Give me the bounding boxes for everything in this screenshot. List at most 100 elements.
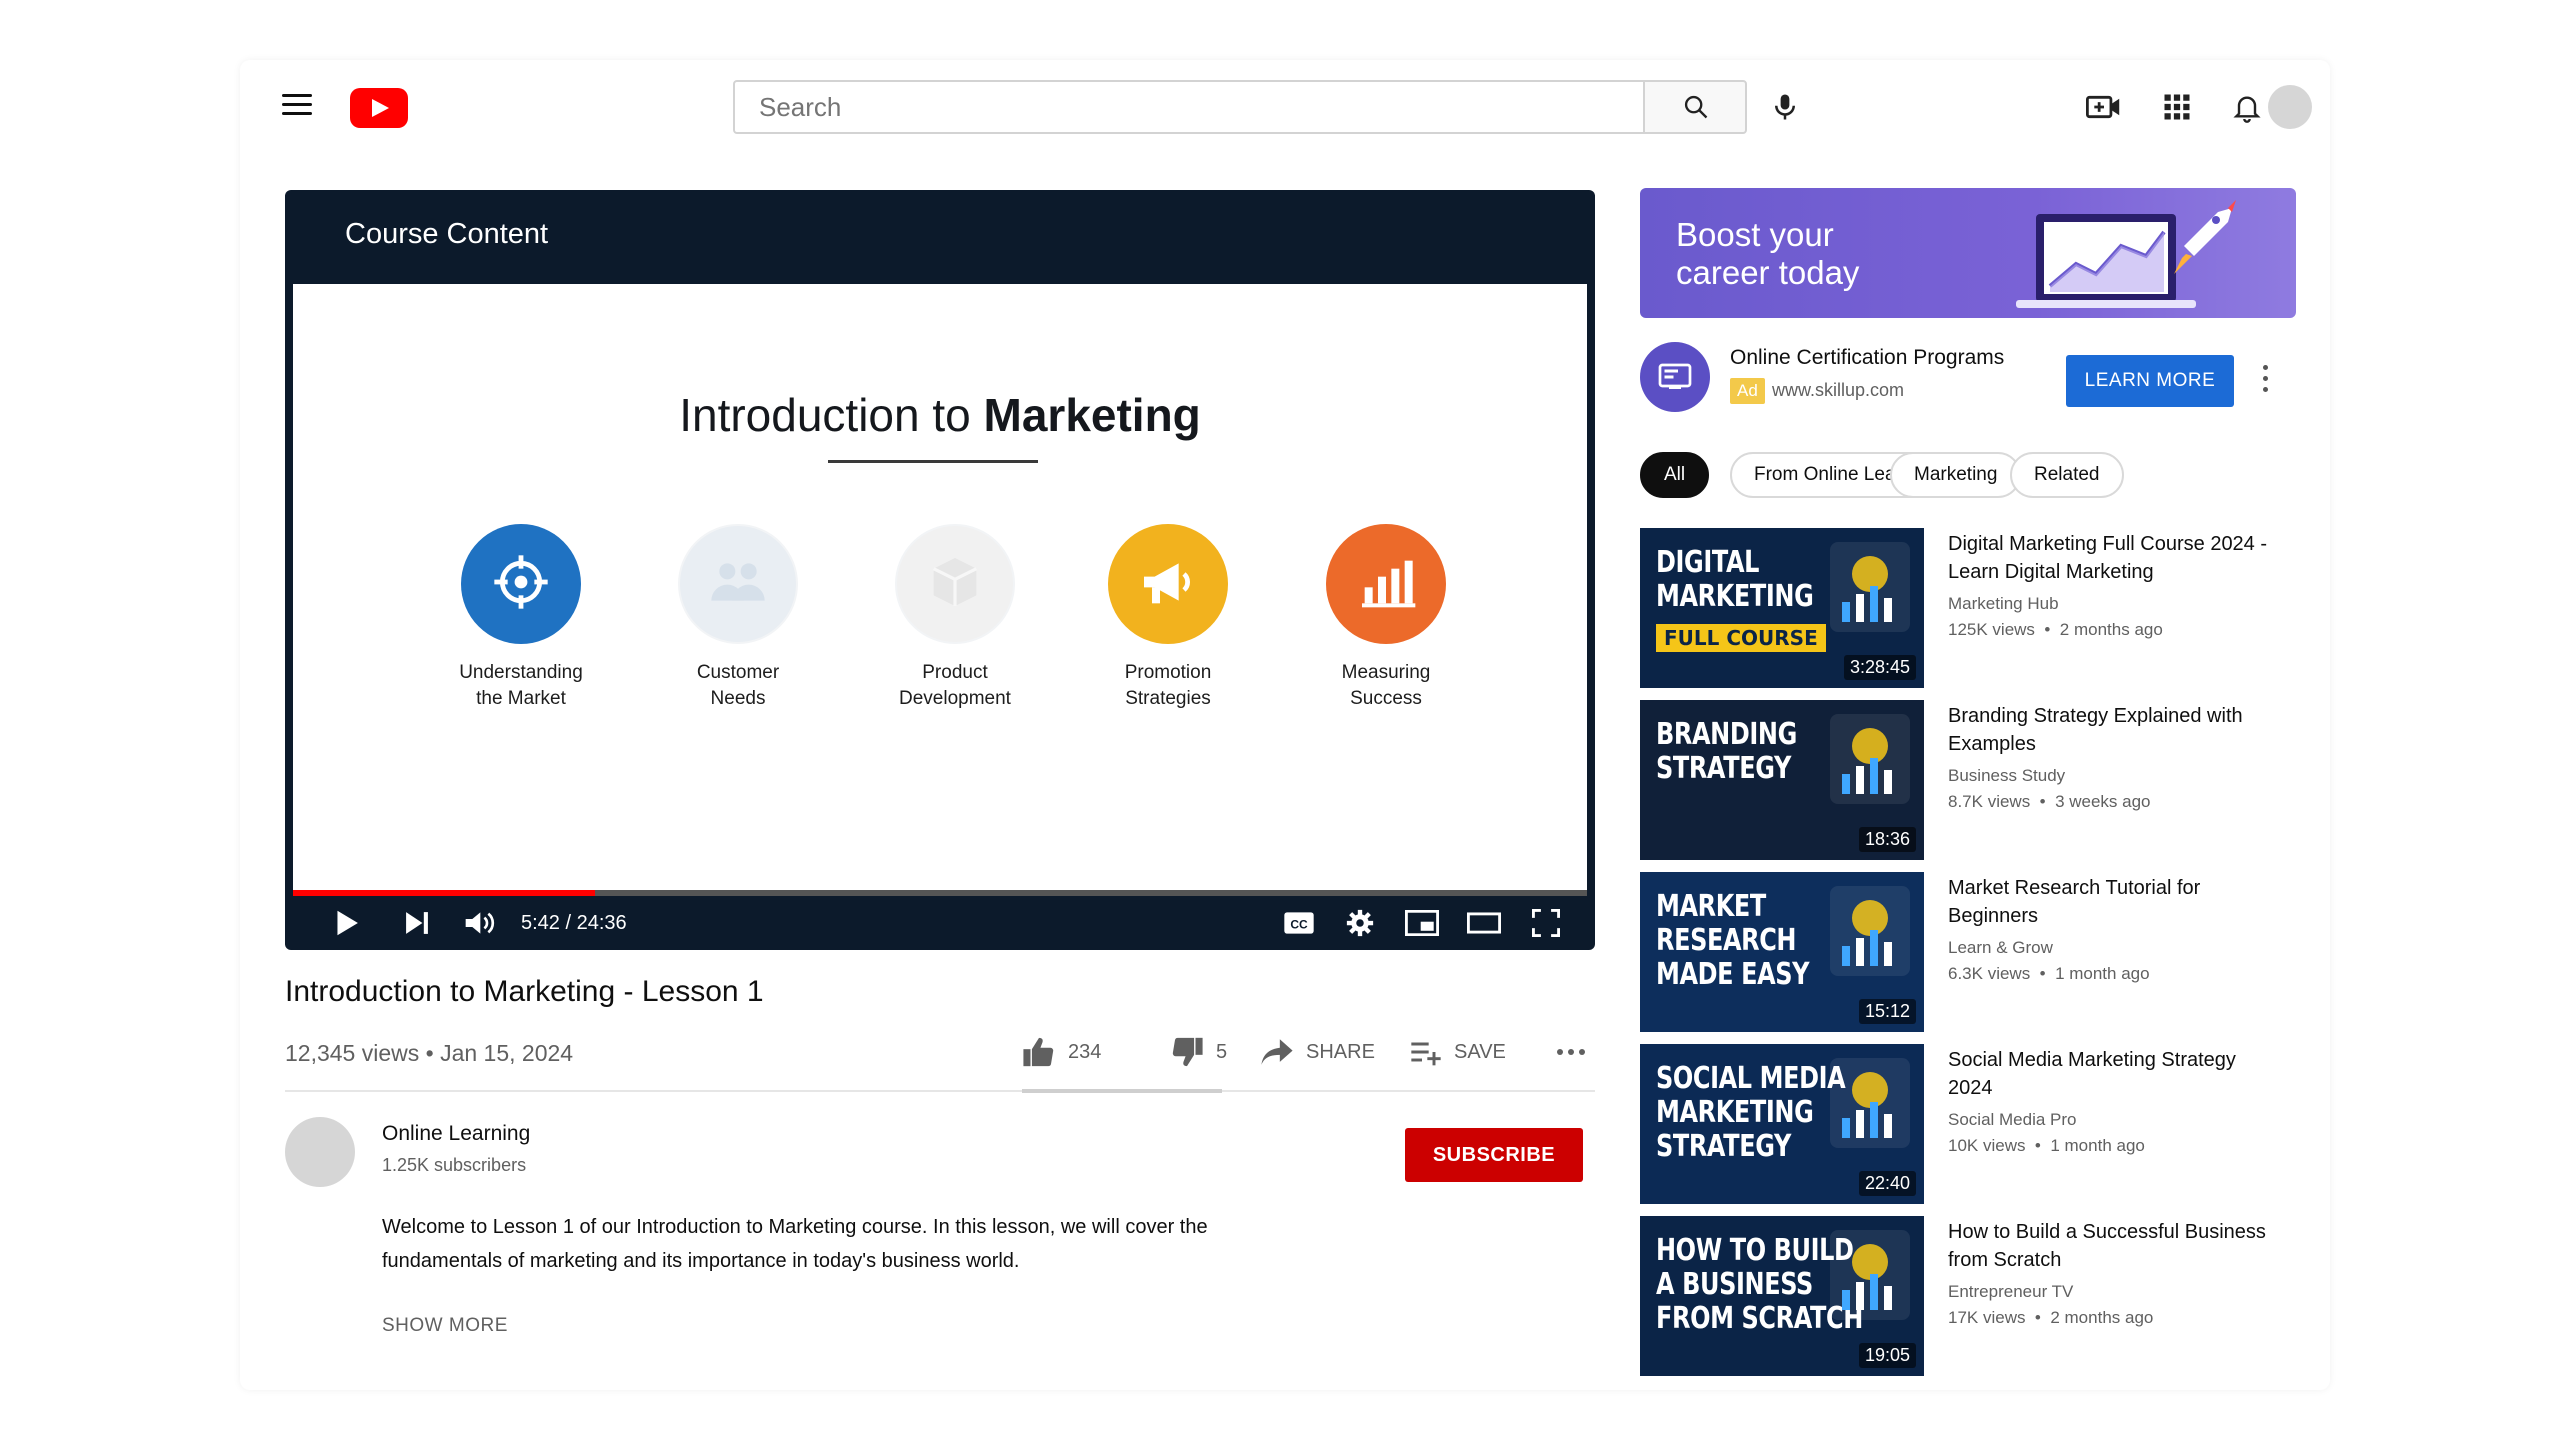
filter-chip[interactable]: All [1640, 452, 1710, 498]
user-avatar[interactable] [2268, 85, 2312, 129]
recommendation-title[interactable]: Market Research Tutorial for Beginners [1948, 874, 2278, 930]
video-player[interactable]: Course Content Introduction to Marketing… [285, 190, 1595, 950]
video-description: Welcome to Lesson 1 of our Introduction … [382, 1216, 1208, 1272]
dislike-button[interactable]: 5 [1170, 1030, 1227, 1074]
thumbnail-graphic [1830, 1230, 1910, 1320]
create-video-icon[interactable] [2086, 91, 2122, 123]
recommendation-item[interactable]: DIGITAL MARKETING FULL COURSE 3:28:45 Digit… [1640, 528, 2300, 688]
learn-more-button[interactable]: LEARN MORE [2066, 355, 2234, 407]
recommendation-meta: 6.3K views • 1 month ago [1948, 964, 2150, 984]
save-button[interactable]: SAVE [1410, 1030, 1506, 1074]
share-button[interactable]: SHARE [1260, 1030, 1375, 1074]
app-window: Course Content Introduction to Marketing… [240, 60, 2330, 1390]
recommendation-title[interactable]: How to Build a Successful Business from … [1948, 1218, 2278, 1274]
target-icon [489, 550, 553, 619]
view-count: 6.3K views [1948, 964, 2031, 983]
video-title: Introduction to Marketing - Lesson 1 [285, 975, 764, 1008]
topic-label: Promotion Strategies [1124, 662, 1212, 709]
recommendation-channel[interactable]: Marketing Hub [1948, 594, 2059, 614]
video-thumbnail[interactable]: DIGITAL MARKETING FULL COURSE 3:28:45 [1640, 528, 1924, 688]
like-button[interactable]: 234 [1022, 1030, 1101, 1074]
recommendation-channel[interactable]: Business Study [1948, 766, 2065, 786]
course-content-header: Course Content [345, 218, 549, 250]
filter-chip[interactable]: Related [2010, 452, 2124, 498]
thumbnail-graphic [1830, 886, 1910, 976]
video-thumbnail[interactable]: HOW TO BUILD A BUSINESS FROM SCRATCH 19:0… [1640, 1216, 1924, 1376]
filter-chip[interactable]: Marketing [1890, 452, 2022, 498]
thumbnail-tag: FULL COURSE [1656, 624, 1826, 652]
video-thumbnail[interactable]: BRANDING STRATEGY 18:36 [1640, 700, 1924, 860]
miniplayer-icon[interactable] [1405, 910, 1439, 936]
next-icon[interactable] [403, 908, 431, 938]
slide-topic: Understanding the Market [421, 524, 621, 712]
show-more-link[interactable]: SHOW MORE [382, 1315, 508, 1337]
player-controls: 5:42 / 24:36 CC [285, 896, 1595, 950]
slide-topic: Promotion Strategies [1068, 524, 1268, 712]
recommendation-channel[interactable]: Entrepreneur TV [1948, 1282, 2073, 1302]
recommendation-item[interactable]: BRANDING STRATEGY 18:36 Branding Strategy … [1640, 700, 2300, 860]
channel-name[interactable]: Online Learning [382, 1122, 530, 1146]
recommendation-channel[interactable]: Social Media Pro [1948, 1110, 2077, 1130]
video-meta: 12,345 views • Jan 15, 2024 [285, 1040, 574, 1066]
video-thumbnail[interactable]: MARKET RESEARCH MADE EASY 15:12 [1640, 872, 1924, 1032]
meta-separator: • [2034, 620, 2060, 639]
microphone-icon[interactable] [1770, 91, 1800, 123]
like-count: 234 [1068, 1040, 1102, 1063]
slide-title-bold: Marketing [983, 389, 1201, 441]
more-actions-button[interactable] [1556, 1030, 1586, 1074]
top-bar [240, 60, 2330, 156]
thumbnail-text: DIGITAL MARKETING [1656, 545, 1814, 614]
thumbnail-graphic [1830, 542, 1910, 632]
upload-age: 1 month ago [2050, 1136, 2145, 1155]
ad-options-icon[interactable] [2260, 365, 2270, 399]
recommendation-title[interactable]: Digital Marketing Full Course 2024 - Lea… [1948, 530, 2278, 586]
playlist-add-icon [1411, 1042, 1441, 1066]
share-label: SHARE [1306, 1040, 1375, 1063]
settings-gear-icon[interactable] [1345, 908, 1375, 938]
view-count: 10K views [1948, 1136, 2026, 1155]
ad-badge: Ad [1730, 378, 1765, 404]
search-icon [1684, 95, 1708, 119]
slide-title-underline [828, 460, 1038, 463]
ad-banner[interactable]: Boost your career today [1640, 188, 2296, 318]
search-input[interactable] [733, 80, 1648, 134]
play-icon[interactable] [333, 908, 361, 938]
search-button[interactable] [1643, 80, 1747, 134]
section-divider [285, 1090, 1595, 1092]
youtube-logo[interactable] [350, 88, 408, 128]
video-duration: 22:40 [1858, 1171, 1916, 1196]
share-arrow-icon [1261, 1039, 1293, 1065]
recommendation-title[interactable]: Branding Strategy Explained with Example… [1948, 702, 2278, 758]
meta-separator: • [2025, 1308, 2051, 1327]
ad-title[interactable]: Online Certification Programs [1730, 346, 2004, 370]
slide-topic: Customer Needs [638, 524, 838, 712]
ad-url: www.skillup.com [1772, 380, 1905, 400]
topic-circle [1108, 524, 1228, 644]
upload-age: 3 weeks ago [2055, 792, 2151, 811]
notifications-bell-icon[interactable] [2231, 90, 2263, 124]
menu-icon[interactable] [282, 94, 312, 118]
upload-age: 2 months ago [2050, 1308, 2154, 1327]
recommendation-item[interactable]: HOW TO BUILD A BUSINESS FROM SCRATCH 19:0… [1640, 1216, 2300, 1376]
thumbnail-text: SOCIAL MEDIA MARKETING STRATEGY [1656, 1061, 1846, 1164]
topic-circle [678, 524, 798, 644]
video-duration: 3:28:45 [1843, 655, 1916, 680]
meta-separator: • [2030, 792, 2056, 811]
video-duration: 15:12 [1858, 999, 1916, 1024]
recommendation-channel[interactable]: Learn & Grow [1948, 938, 2053, 958]
fullscreen-icon[interactable] [1532, 909, 1560, 937]
recommendation-title[interactable]: Social Media Marketing Strategy 2024 [1948, 1046, 2278, 1102]
captions-icon[interactable]: CC [1283, 910, 1315, 936]
slide-title-prefix: Introduction to [679, 389, 971, 441]
subscribe-button[interactable]: SUBSCRIBE [1405, 1128, 1583, 1182]
apps-grid-icon[interactable] [2162, 92, 2192, 122]
view-count: 17K views [1948, 1308, 2026, 1327]
megaphone-icon [1136, 550, 1200, 619]
theater-mode-icon[interactable] [1467, 910, 1501, 936]
video-thumbnail[interactable]: SOCIAL MEDIA MARKETING STRATEGY 22:40 [1640, 1044, 1924, 1204]
recommendation-item[interactable]: SOCIAL MEDIA MARKETING STRATEGY 22:40 Soci… [1640, 1044, 2300, 1204]
recommendation-item[interactable]: MARKET RESEARCH MADE EASY 15:12 Market Res… [1640, 872, 2300, 1032]
channel-avatar[interactable] [285, 1117, 355, 1187]
advertiser-logo[interactable] [1640, 342, 1710, 412]
volume-icon[interactable] [463, 908, 495, 938]
